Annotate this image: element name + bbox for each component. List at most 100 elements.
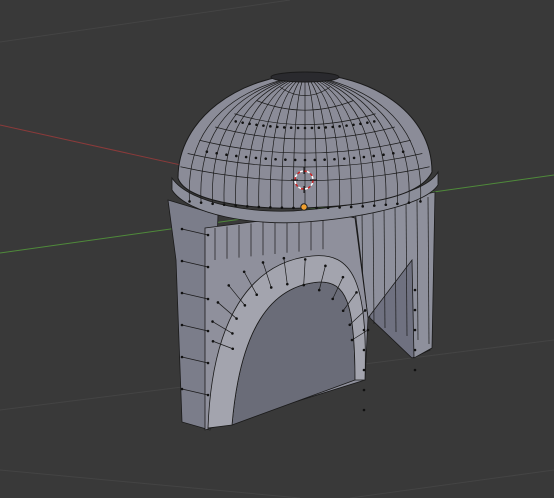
- mesh-vertex: [206, 265, 210, 269]
- mesh-vertex: [324, 126, 328, 129]
- mesh-vertex: [392, 152, 395, 155]
- mesh-vertex: [243, 304, 247, 307]
- mesh-vertex: [188, 200, 191, 203]
- mesh-vertex: [362, 155, 366, 159]
- mesh-vertex: [362, 328, 366, 332]
- mesh-vertex: [215, 152, 218, 155]
- mesh-vertex: [242, 270, 246, 274]
- mesh-vertex: [366, 121, 369, 124]
- mesh-vertex: [235, 154, 238, 158]
- mesh-vertex: [323, 158, 326, 161]
- mesh-vertex: [222, 203, 226, 207]
- mesh-vertex: [206, 393, 210, 397]
- mesh-vertex: [244, 155, 248, 159]
- mesh-vertex: [310, 126, 314, 130]
- mesh-vertex: [372, 204, 376, 207]
- mesh-vertex: [407, 201, 411, 204]
- mesh-vertex: [313, 158, 317, 162]
- mesh-vertex: [293, 158, 297, 162]
- mesh-vertex: [352, 123, 355, 127]
- mesh-vertex: [303, 258, 307, 261]
- mesh-vertex: [262, 124, 265, 127]
- mesh-vertex: [317, 126, 321, 130]
- mesh-vertex: [285, 282, 289, 286]
- mesh-vertex: [234, 120, 238, 123]
- mesh-vertex: [254, 156, 258, 160]
- dome-cap: [270, 71, 340, 83]
- mesh-vertex: [275, 125, 279, 129]
- mesh-vertex: [341, 275, 345, 279]
- mesh-vertex: [361, 205, 365, 208]
- mesh-vertex: [180, 291, 184, 295]
- mesh-vertex: [227, 284, 231, 287]
- mesh-vertex: [384, 203, 388, 207]
- mesh-vertex: [206, 233, 210, 237]
- grid-line: [349, 469, 554, 498]
- mesh-vertex: [255, 293, 259, 296]
- mesh-vertex: [303, 158, 307, 162]
- mesh-vertex: [269, 125, 272, 128]
- mesh-vertex: [326, 206, 330, 210]
- mesh-vertex: [292, 206, 295, 210]
- mesh-vertex: [289, 126, 293, 130]
- mesh-vertex: [363, 309, 367, 312]
- mesh-vertex: [413, 368, 417, 372]
- mesh-vertex: [345, 124, 348, 127]
- mesh-vertex: [366, 328, 370, 332]
- mesh-vertex: [413, 348, 417, 352]
- mesh-vertex: [245, 205, 249, 208]
- mesh-vertex: [303, 126, 307, 130]
- mesh-vertex: [211, 339, 215, 343]
- mesh-vertex: [206, 329, 210, 333]
- mesh-vertex: [341, 309, 345, 313]
- mesh-vertex: [205, 150, 209, 154]
- mesh-vertex: [248, 122, 251, 126]
- mesh-vertex: [372, 154, 375, 158]
- mesh-vertex: [362, 408, 366, 412]
- mesh-vertex: [296, 126, 300, 130]
- mesh-vertex: [257, 205, 261, 209]
- mesh-vertex: [331, 125, 335, 129]
- mesh-vertex: [234, 204, 238, 207]
- mesh-vertex: [231, 347, 235, 351]
- mesh-vertex: [331, 297, 335, 301]
- mesh-vertex: [241, 121, 244, 124]
- mesh-vertex: [180, 355, 184, 359]
- mesh-vertex: [206, 361, 210, 365]
- mesh-vertex: [211, 320, 214, 323]
- mesh-vertex: [225, 153, 228, 157]
- mesh-vertex: [317, 288, 321, 292]
- grid-line: [0, 0, 291, 43]
- mesh-vertex: [255, 123, 258, 127]
- mesh-vertex: [180, 259, 184, 263]
- object-origin-icon[interactable]: [300, 203, 308, 211]
- mesh-vertex: [206, 297, 210, 301]
- mesh-vertex: [284, 158, 287, 161]
- mesh-vertex: [211, 202, 214, 206]
- mesh-vertex: [348, 323, 352, 327]
- mesh-vertex: [261, 261, 265, 264]
- mesh-vertex: [338, 206, 341, 209]
- mesh-vertex: [350, 338, 354, 342]
- mesh-vertex: [302, 283, 306, 287]
- mesh-vertex: [338, 125, 341, 128]
- mesh-vertex: [419, 200, 422, 203]
- mesh-vertex: [269, 206, 272, 209]
- mesh-vertex: [352, 156, 356, 160]
- viewport-canvas[interactable]: [0, 0, 554, 498]
- mesh-vertex: [359, 122, 362, 126]
- mesh-vertex: [180, 323, 184, 327]
- mesh-vertex: [342, 157, 346, 160]
- mesh-vertex: [355, 291, 358, 294]
- mesh-vertex: [180, 387, 184, 391]
- mesh-vertex: [333, 157, 336, 161]
- 3d-viewport[interactable]: [0, 0, 554, 498]
- mesh-vertex: [401, 150, 405, 154]
- mesh-vertex: [235, 317, 238, 320]
- helmet-mesh[interactable]: [167, 71, 439, 431]
- grid-line: [0, 469, 301, 498]
- mesh-vertex: [282, 126, 286, 129]
- mesh-vertex: [264, 157, 268, 160]
- mesh-vertex: [282, 256, 286, 260]
- mesh-vertex: [413, 308, 417, 312]
